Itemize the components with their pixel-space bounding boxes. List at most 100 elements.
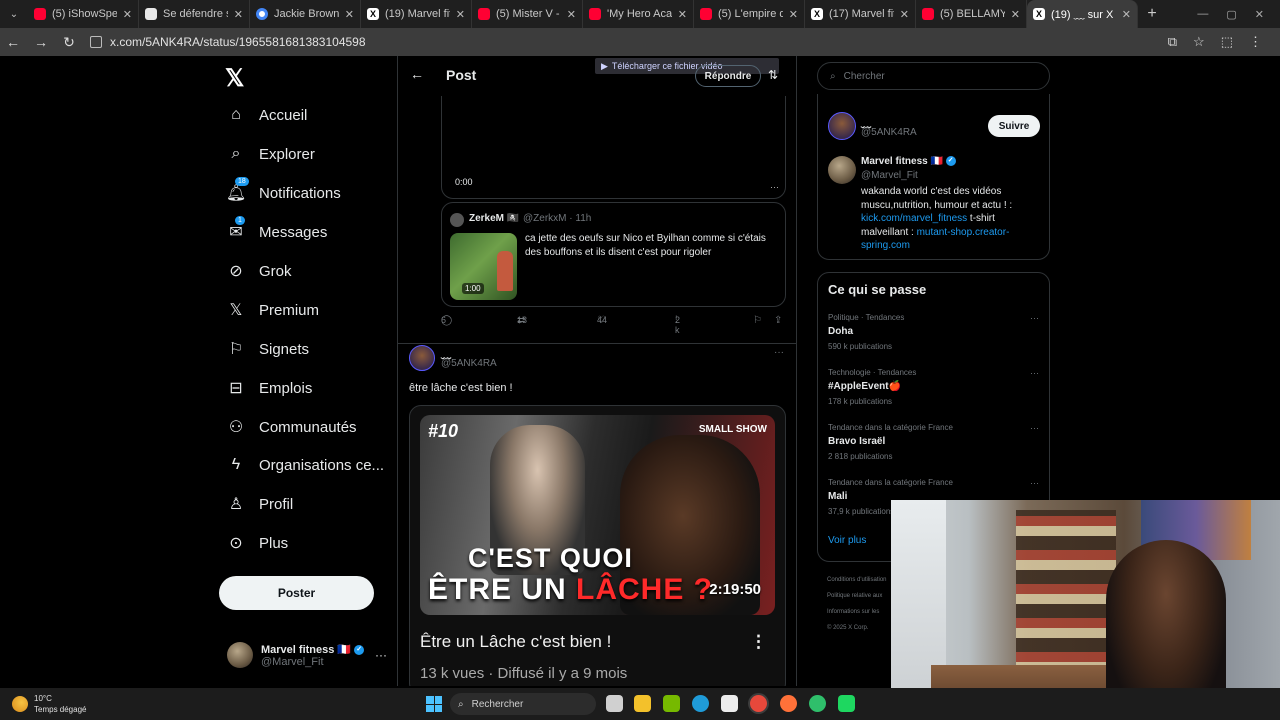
browser-tab[interactable]: 'My Hero Academ ✕: [583, 0, 694, 28]
youtube-title[interactable]: Être un Lâche c'est bien !: [420, 632, 611, 652]
tab-search-icon[interactable]: ⌄: [0, 0, 28, 28]
browser-tab[interactable]: (5) Mister V - You ✕: [472, 0, 583, 28]
nav-home[interactable]: ⌂ Accueil: [227, 106, 307, 124]
nav-explore[interactable]: ⌕ Explorer: [227, 145, 315, 163]
site-info-icon[interactable]: [90, 36, 102, 48]
close-tab-icon[interactable]: ✕: [234, 8, 243, 21]
star-icon[interactable]: ☆: [1193, 34, 1205, 50]
post-button[interactable]: Poster: [219, 576, 374, 610]
maximize-icon[interactable]: ▢: [1226, 8, 1236, 21]
task-view-icon[interactable]: [606, 695, 623, 712]
app-icon[interactable]: [838, 695, 855, 712]
extensions-icon[interactable]: ⬚: [1221, 34, 1233, 50]
webcam-overlay: [891, 500, 1280, 720]
quote-video-thumbnail[interactable]: 1:00: [450, 233, 517, 300]
x-logo-icon[interactable]: 𝕏: [225, 64, 244, 93]
follow-button[interactable]: Suivre: [988, 115, 1040, 137]
more-dots-icon[interactable]: ···: [1030, 423, 1039, 433]
nav-grok[interactable]: ⊘ Grok: [227, 262, 291, 281]
more-dots-icon[interactable]: ···: [375, 648, 387, 662]
footer-link[interactable]: Informations sur les: [827, 604, 897, 620]
close-tab-icon[interactable]: ✕: [789, 8, 798, 21]
nav-notifications[interactable]: 🔔︎ 18 Notifications: [226, 177, 341, 202]
new-tab-icon[interactable]: +: [1138, 5, 1166, 23]
close-tab-icon[interactable]: ✕: [1122, 8, 1131, 21]
account-switcher[interactable]: Marvel fitness 🇫🇷 ✓ @Marvel_Fit ···: [227, 642, 387, 668]
close-window-icon[interactable]: ✕: [1255, 8, 1264, 21]
quote-author-name[interactable]: ZerkeM 🏴‍☠️: [469, 213, 519, 224]
nav-messages[interactable]: ✉ 1 Messages: [227, 216, 327, 241]
nav-jobs[interactable]: ⊟ Emplois: [227, 379, 312, 398]
nav-profile[interactable]: ♙ Profil: [227, 495, 293, 514]
cast-icon[interactable]: ⧉: [1168, 34, 1177, 50]
video-player[interactable]: 0:00 ⋯: [441, 96, 786, 199]
youtube-thumbnail[interactable]: #10 SMALL SHOW C'EST QUOI ÊTRE UN LÂCHE …: [420, 415, 775, 615]
avatar[interactable]: [828, 156, 856, 184]
avatar[interactable]: [828, 112, 856, 140]
more-dots-icon[interactable]: ···: [1030, 368, 1039, 378]
close-tab-icon[interactable]: ✕: [567, 8, 576, 21]
youtube-embed[interactable]: #10 SMALL SHOW C'EST QUOI ÊTRE UN LÂCHE …: [409, 405, 786, 686]
weather-widget[interactable]: 10°C Temps dégagé: [12, 693, 86, 715]
browser-tab-active[interactable]: X (19) ﹏ sur X : "@ ✕: [1027, 0, 1138, 28]
taskbar-search[interactable]: ⌕ Rechercher: [450, 693, 596, 715]
more-dots-icon[interactable]: ···: [1030, 313, 1039, 323]
filter-sliders-icon[interactable]: ⇅: [768, 68, 778, 82]
chrome-icon[interactable]: [750, 695, 767, 712]
close-tab-icon[interactable]: ✕: [456, 8, 465, 21]
close-tab-icon[interactable]: ✕: [1011, 8, 1020, 21]
profile-handle: @5ANK4RA: [861, 127, 917, 138]
close-tab-icon[interactable]: ✕: [123, 8, 132, 21]
forward-arrow-icon[interactable]: →: [34, 34, 48, 50]
footer-link[interactable]: Conditions d'utilisation: [827, 572, 897, 588]
browser-tab[interactable]: X (19) Marvel fitnes ✕: [361, 0, 472, 28]
browser-tab[interactable]: Jackie Brown - Re ✕: [250, 0, 361, 28]
show-more-link[interactable]: Voir plus: [828, 535, 866, 546]
reply-button[interactable]: Répondre: [695, 65, 761, 87]
nav-label: Notifications: [259, 184, 341, 202]
communities-icon: ⚇: [228, 419, 244, 436]
browser-tab[interactable]: (5) iShowSpeed g ✕: [28, 0, 139, 28]
streamlabs-icon[interactable]: [809, 695, 826, 712]
back-arrow-icon[interactable]: ←: [410, 66, 424, 82]
store-icon[interactable]: [721, 695, 738, 712]
bio-link[interactable]: kick.com/marvel_fitness: [861, 213, 967, 224]
browser-tab[interactable]: (5) BELLAMY hum ✕: [916, 0, 1027, 28]
reply-post[interactable]: ﹏ @5ANK4RA ··· être lâche c'est bien ! #…: [398, 343, 796, 686]
browser-tab[interactable]: (5) L'empire du d ✕: [694, 0, 805, 28]
close-tab-icon[interactable]: ✕: [900, 8, 909, 21]
edge-icon[interactable]: [692, 695, 709, 712]
nav-communities[interactable]: ⚇ Communautés: [227, 418, 357, 437]
firefox-icon[interactable]: [780, 695, 797, 712]
more-dots-icon[interactable]: ···: [774, 347, 784, 358]
trend-item[interactable]: Tendance dans la catégorie France Bravo I…: [828, 423, 1043, 461]
download-icon: ▶: [601, 60, 608, 71]
browser-tab[interactable]: Se défendre sans ✕: [139, 0, 250, 28]
nav-organisations[interactable]: ϟ Organisations ce...: [227, 456, 384, 474]
minimize-icon[interactable]: —: [1197, 8, 1208, 20]
nav-bookmarks[interactable]: ⚐ Signets: [227, 340, 309, 359]
back-arrow-icon[interactable]: ←: [6, 34, 20, 50]
close-tab-icon[interactable]: ✕: [345, 8, 354, 21]
trend-count: 2 818 publications: [828, 452, 893, 461]
file-explorer-icon[interactable]: [634, 695, 651, 712]
quoted-post[interactable]: ZerkeM 🏴‍☠️ @ZerkxM · 11h 1:00 ca jette …: [441, 202, 786, 307]
youtube-menu-icon[interactable]: ⋮: [750, 632, 767, 652]
trend-item[interactable]: Politique · Tendances Doha 590 k publicati…: [828, 313, 1043, 351]
footer-link[interactable]: Politique relative aux: [827, 588, 897, 604]
menu-dots-icon[interactable]: ⋮: [1249, 34, 1262, 50]
url-field[interactable]: x.com/5ANK4RA/status/1965581681383104598: [90, 35, 1154, 49]
profile-name[interactable]: Marvel fitness 🇫🇷 ✓: [861, 156, 956, 167]
avatar[interactable]: [409, 345, 435, 371]
video-settings-icon[interactable]: ⋯: [770, 182, 779, 193]
windows-start-icon[interactable]: [426, 696, 442, 712]
close-tab-icon[interactable]: ✕: [678, 8, 687, 21]
nav-premium[interactable]: 𝕏 Premium: [227, 301, 319, 320]
search-input[interactable]: ⌕ Chercher: [817, 62, 1050, 90]
nvidia-icon[interactable]: [663, 695, 680, 712]
trend-item[interactable]: Technologie · Tendances #AppleEvent🍎 178 k…: [828, 368, 1043, 406]
nav-more[interactable]: ⊙ Plus: [227, 534, 288, 553]
browser-tab[interactable]: X (17) Marvel fitnes ✕: [805, 0, 916, 28]
reload-icon[interactable]: ↻: [62, 34, 76, 51]
more-dots-icon[interactable]: ···: [1030, 478, 1039, 488]
